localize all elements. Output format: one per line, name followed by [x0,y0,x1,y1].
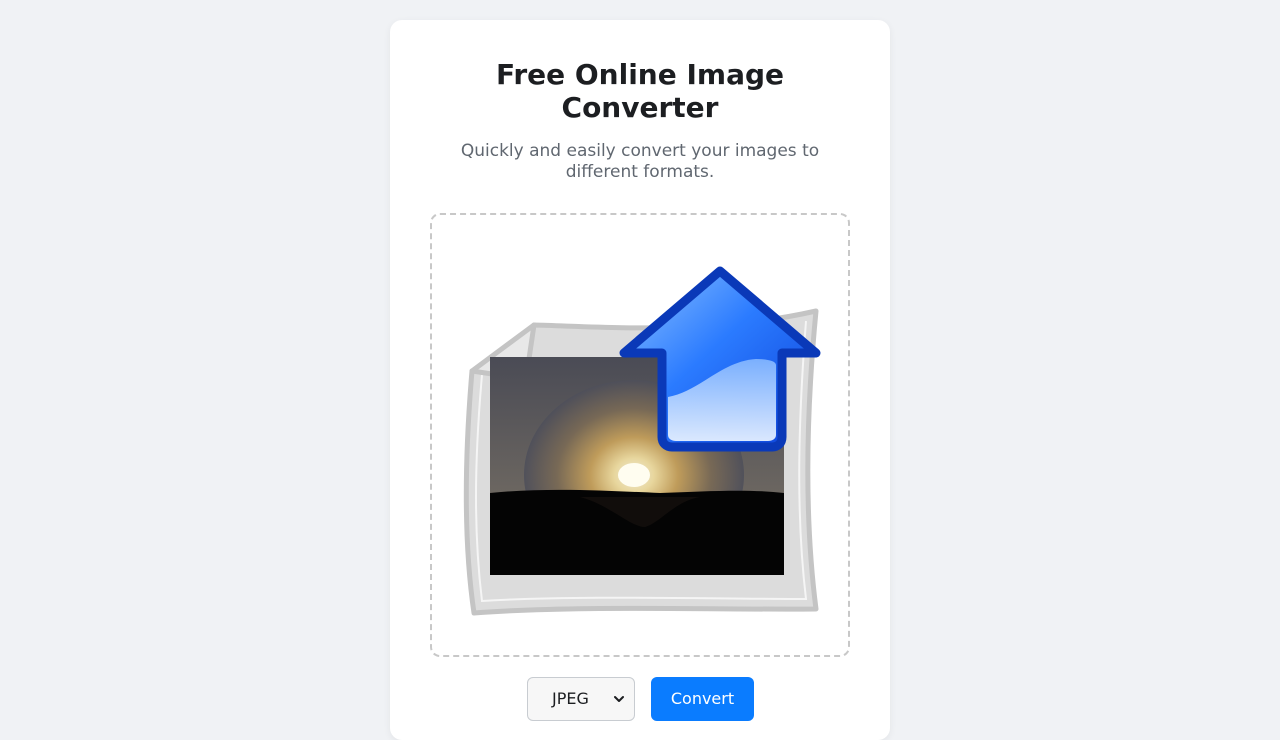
page-title-text: Free Online Image Converter [496,58,784,124]
upload-image-icon [463,266,821,616]
format-select-value: JPEG [552,689,589,708]
page-subtitle: Quickly and easily convert your images t… [390,141,890,183]
upload-dropzone[interactable] [430,213,850,657]
convert-controls: JPEG Convert [390,677,890,721]
converter-card: Free Online Image Converter Quickly and … [390,20,890,740]
page-subtitle-text: Quickly and easily convert your images t… [460,141,820,182]
chevron-down-icon [614,696,624,702]
format-select[interactable]: JPEG [527,677,635,721]
page-title: Free Online Image Converter [390,58,890,124]
convert-button[interactable]: Convert [651,677,754,721]
